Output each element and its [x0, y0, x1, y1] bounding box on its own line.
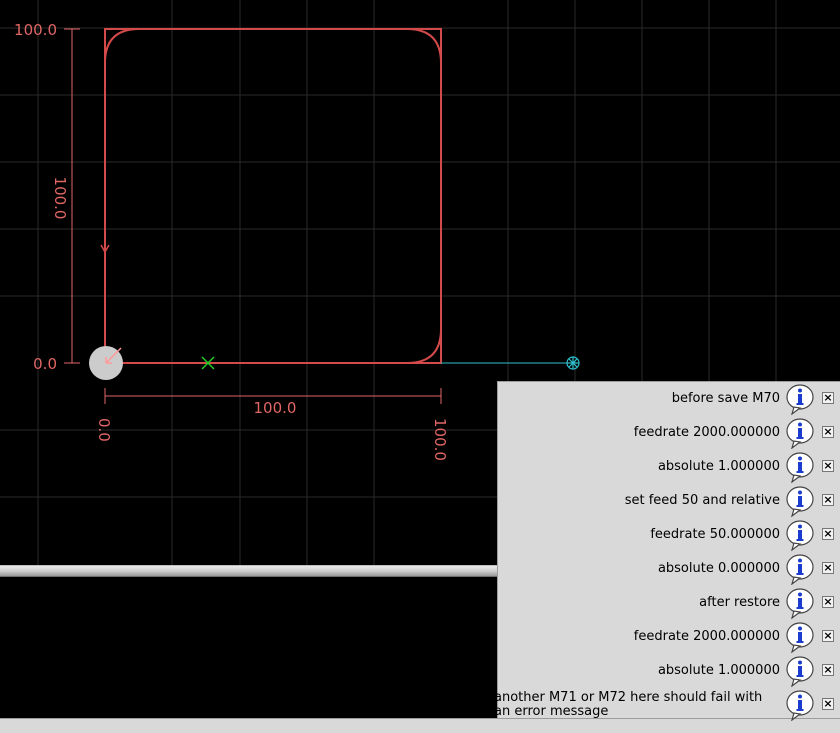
info-icon[interactable]	[784, 451, 816, 483]
x-left-label: 0.0	[95, 418, 113, 442]
notification-panel: before save M70 × feedrate 2000.000000 ×…	[494, 381, 840, 721]
notification-item: feedrate 2000.000000 ×	[498, 416, 840, 450]
close-icon[interactable]: ×	[822, 664, 834, 676]
notification-item: feedrate 2000.000000 ×	[498, 620, 840, 654]
y-top-label: 100.0	[14, 21, 57, 39]
close-icon[interactable]: ×	[822, 426, 834, 438]
toolpath-arcs	[104, 28, 442, 364]
notification-item: after restore ×	[498, 586, 840, 620]
notification-item: absolute 1.000000 ×	[498, 450, 840, 484]
toolpath	[104, 28, 442, 364]
notification-text: absolute 1.000000	[657, 459, 780, 474]
notification-text: before save M70	[671, 391, 780, 406]
notification-text: absolute 0.000000	[657, 561, 780, 576]
end-point-marker	[566, 356, 580, 370]
info-icon[interactable]	[784, 655, 816, 687]
notification-text: feedrate 2000.000000	[633, 425, 780, 440]
notification-text: feedrate 50.000000	[650, 527, 780, 542]
info-icon[interactable]	[784, 485, 816, 517]
info-icon[interactable]	[784, 519, 816, 551]
y-bottom-label: 0.0	[33, 355, 57, 373]
notification-text: another M71 or M72 here should fail with…	[494, 690, 763, 719]
close-icon[interactable]: ×	[822, 562, 834, 574]
close-icon[interactable]: ×	[822, 392, 834, 404]
notification-item: before save M70 ×	[498, 382, 840, 416]
close-icon[interactable]: ×	[822, 698, 834, 710]
close-icon[interactable]: ×	[822, 528, 834, 540]
close-icon[interactable]: ×	[822, 460, 834, 472]
notification-item: another M71 or M72 here should fail with…	[494, 688, 840, 722]
y-span-label: 100.0	[51, 177, 69, 220]
close-icon[interactable]: ×	[822, 630, 834, 642]
info-icon[interactable]	[784, 689, 816, 721]
notification-item: absolute 0.000000 ×	[498, 552, 840, 586]
notification-text: feedrate 2000.000000	[633, 629, 780, 644]
notification-item: feedrate 50.000000 ×	[498, 518, 840, 552]
info-icon[interactable]	[784, 417, 816, 449]
notification-item: absolute 1.000000 ×	[498, 654, 840, 688]
notification-text: set feed 50 and relative	[624, 493, 780, 508]
info-icon[interactable]	[784, 587, 816, 619]
origin-marker	[89, 346, 123, 380]
info-icon[interactable]	[784, 553, 816, 585]
close-icon[interactable]: ×	[822, 494, 834, 506]
info-icon[interactable]	[784, 383, 816, 415]
close-icon[interactable]: ×	[822, 596, 834, 608]
x-span-label: 100.0	[254, 399, 297, 417]
x-right-label: 100.0	[431, 418, 449, 461]
notification-item: set feed 50 and relative ×	[498, 484, 840, 518]
notification-text: after restore	[699, 595, 780, 610]
notification-text: absolute 1.000000	[657, 663, 780, 678]
info-icon[interactable]	[784, 621, 816, 653]
